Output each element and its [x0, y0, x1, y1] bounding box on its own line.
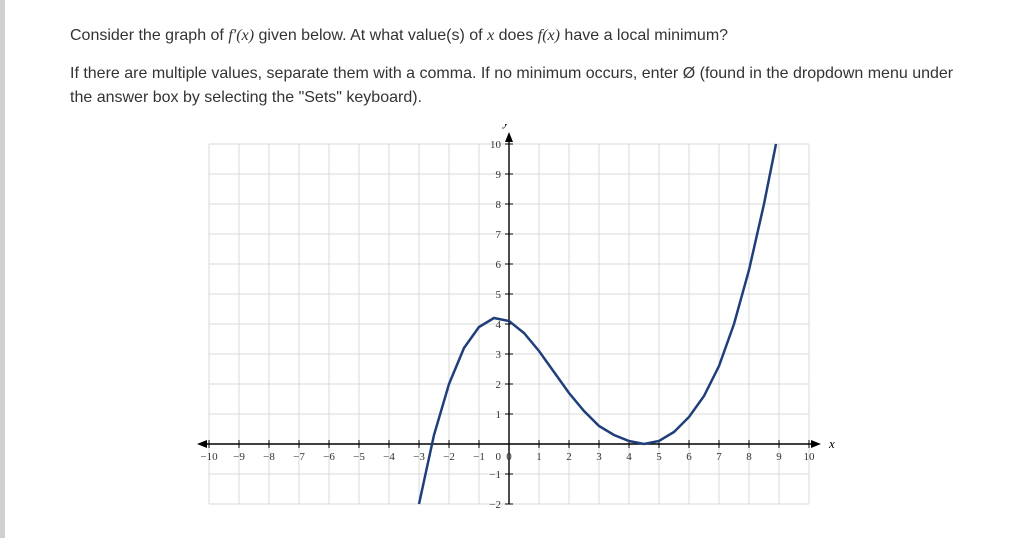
math-fprime: f′(x)	[228, 27, 254, 44]
y-tick-label: 4	[495, 319, 501, 331]
x-tick-label: 6	[686, 451, 692, 463]
y-tick-label: 7	[495, 229, 501, 241]
y-tick-label: 2	[495, 379, 501, 391]
x-tick-label: 10	[803, 451, 815, 463]
y-tick-label: 6	[495, 259, 501, 271]
x-tick-label: −1	[473, 451, 485, 463]
x-tick-label: 9	[776, 451, 782, 463]
x-axis-label: x	[828, 436, 835, 451]
math-x: x	[487, 27, 494, 44]
y-tick-label: −1	[489, 469, 501, 481]
x-tick-label: −5	[353, 451, 365, 463]
y-tick-label: −2	[489, 499, 501, 511]
x-tick-label: 7	[716, 451, 722, 463]
chart-area: xy−10−9−8−7−6−5−4−3−2−1012345678910−2−11…	[70, 124, 967, 524]
x-tick-label: −7	[293, 451, 305, 463]
y-axis-label: y	[501, 124, 509, 129]
y-axis-arrow	[505, 132, 513, 142]
math-fx: f(x)	[538, 27, 560, 44]
graph-of-fprime: xy−10−9−8−7−6−5−4−3−2−1012345678910−2−11…	[189, 124, 849, 524]
y-tick-label: 5	[495, 289, 501, 301]
question-container: Consider the graph of f′(x) given below.…	[0, 0, 1017, 538]
x-tick-label: 4	[626, 451, 632, 463]
x-tick-label: 5	[656, 451, 662, 463]
x-axis-arrow	[811, 440, 821, 448]
text: does	[499, 27, 538, 44]
x-tick-label: 1	[536, 451, 542, 463]
text: If there are multiple values, separate t…	[70, 65, 683, 82]
x-axis-arrow	[197, 440, 207, 448]
y-tick-label: 1	[495, 409, 501, 421]
question-line-2: If there are multiple values, separate t…	[70, 62, 967, 110]
x-tick-label: −2	[443, 451, 455, 463]
x-tick-label: 2	[566, 451, 572, 463]
y-tick-label: 10	[490, 139, 502, 151]
y-tick-label: 9	[495, 169, 501, 181]
text: Consider the graph of	[70, 27, 228, 44]
x-tick-label: −3	[413, 451, 425, 463]
x-tick-label: −4	[383, 451, 395, 463]
x-tick-label: 3	[596, 451, 602, 463]
x-tick-label: −8	[263, 451, 275, 463]
question-line-1: Consider the graph of f′(x) given below.…	[70, 24, 967, 48]
origin-label: 0	[495, 451, 501, 463]
y-tick-label: 8	[495, 199, 501, 211]
x-tick-label: 0	[506, 451, 512, 463]
x-tick-label: −9	[233, 451, 245, 463]
y-tick-label: 3	[495, 349, 501, 361]
text: given below. At what value(s) of	[258, 27, 487, 44]
empty-set-symbol: Ø	[683, 65, 695, 82]
x-tick-label: −6	[323, 451, 335, 463]
text: have a local minimum?	[564, 27, 728, 44]
x-tick-label: −10	[200, 451, 218, 463]
x-tick-label: 8	[746, 451, 752, 463]
